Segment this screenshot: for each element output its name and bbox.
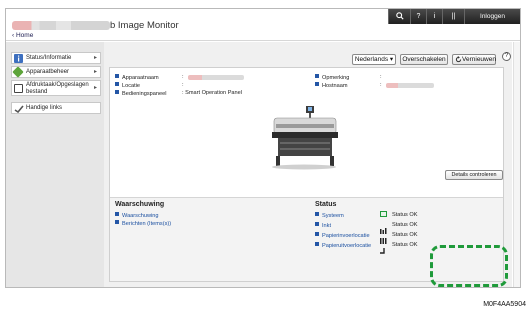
location-label: Locatie (115, 82, 140, 89)
account-icon[interactable]: || (442, 9, 464, 24)
sidebar-item-useful-links[interactable]: Handige links (11, 102, 101, 114)
warning-title: Waarschuwing (115, 201, 165, 208)
status-paper-output-value: Status OK (392, 242, 418, 248)
home-link[interactable]: ‹ Home (12, 32, 33, 39)
chevron-right-icon: ▸ (93, 55, 97, 61)
figure-code: M0F4AA5904 (483, 301, 526, 308)
sidebar-item-label: Afdruktaak/Opgeslagen bestand (26, 82, 89, 95)
login-button[interactable]: Inloggen (464, 9, 520, 24)
control-panel-value: : Smart Operation Panel (182, 90, 243, 96)
sidebar-item-label: Status/Informatie (26, 55, 72, 61)
info-icon (14, 54, 23, 63)
system-ok-icon (380, 211, 387, 217)
comment-colon: : (380, 74, 382, 80)
info-icon[interactable]: i (426, 9, 442, 24)
page-header: b Image Monitor ‹ Home ? i || Inloggen (6, 9, 520, 41)
hostname-label: Hostnaam (315, 82, 348, 89)
printer-image (268, 102, 340, 170)
chevron-right-icon: ▸ (93, 69, 97, 75)
toolbar-row: Nederlands ▾ Overschakelen Vernieuwen (104, 50, 512, 65)
search-icon[interactable] (388, 9, 410, 24)
document-icon (14, 84, 23, 93)
hostname-value-redacted (386, 83, 434, 88)
status-paper-input-value: Status OK (392, 232, 418, 238)
status-paper-output-link[interactable]: Papieruitvoerlocatie (315, 242, 371, 249)
status-ink-link[interactable]: Inkt (315, 222, 331, 229)
brand-name-redacted (12, 21, 110, 30)
refresh-label: Vernieuwen (462, 56, 496, 63)
status-system-link[interactable]: Systeem (315, 212, 344, 219)
highlight-callout (430, 245, 508, 287)
switch-button[interactable]: Overschakelen (400, 54, 448, 65)
location-colon: : (182, 82, 184, 88)
device-name-colon: : (182, 74, 184, 80)
device-icon (12, 66, 24, 78)
status-title: Status (315, 201, 337, 208)
top-toolbar: ? i || Inloggen (388, 9, 520, 24)
status-paper-input-link[interactable]: Papierinvoerlocatie (315, 232, 370, 239)
status-ink-value: Status OK (392, 222, 418, 228)
hostname-colon: : (380, 82, 382, 88)
paper-output-icon (380, 241, 387, 254)
paper-input-icon (380, 231, 387, 244)
refresh-button[interactable]: Vernieuwen (452, 54, 496, 65)
sidebar-item-label: Handige links (26, 105, 63, 111)
sidebar-item-label: Apparaatbeheer (26, 69, 70, 75)
device-name-value-redacted (188, 75, 244, 80)
comment-label: Opmerking (315, 74, 349, 81)
link-icon (14, 104, 24, 114)
chevron-right-icon: ▸ (93, 85, 97, 91)
sidebar: Status/Informatie ▸ Apparaatbeheer ▸ Afd… (6, 42, 104, 287)
control-panel-label: Bedieningspaneel (115, 90, 166, 97)
help-icon[interactable]: ? (410, 9, 426, 24)
messages-link[interactable]: Berichten (Items(s)) (115, 220, 171, 227)
details-button[interactable]: Details controleren (445, 170, 503, 180)
status-system-value: Status OK (392, 212, 418, 218)
help-icon[interactable]: ? (502, 52, 511, 61)
refresh-icon (455, 56, 462, 66)
device-name-label: Apparaatnaam (115, 74, 159, 81)
scrollbar[interactable] (513, 42, 520, 287)
language-select[interactable]: Nederlands ▾ (352, 54, 396, 65)
sidebar-item-status-info[interactable]: Status/Informatie ▸ (11, 52, 101, 64)
sidebar-item-print-jobs[interactable]: Afdruktaak/Opgeslagen bestand ▸ (11, 80, 101, 96)
warning-link[interactable]: Waarschuwing (115, 212, 158, 219)
sidebar-item-device-management[interactable]: Apparaatbeheer ▸ (11, 66, 101, 78)
ink-icon (380, 221, 387, 234)
app-title: b Image Monitor (110, 20, 179, 31)
